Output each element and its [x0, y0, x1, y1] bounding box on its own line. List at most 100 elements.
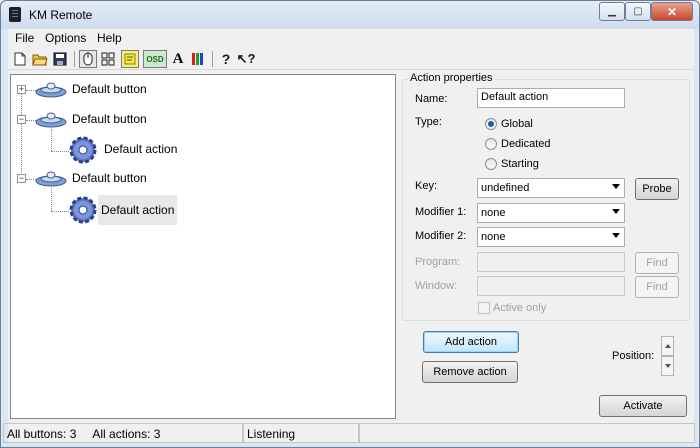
new-file-icon: [14, 52, 26, 66]
tree-connector: [51, 188, 52, 211]
menu-file[interactable]: File: [15, 31, 34, 45]
remove-action-button[interactable]: Remove action: [422, 361, 518, 383]
main-window: KM Remote ▁ ▢ ✕ File Options Help OSD A …: [0, 0, 700, 448]
status-bar: All buttons: 3 All actions: 3 Listening: [3, 423, 695, 443]
tree-node-button[interactable]: Default button: [69, 111, 150, 127]
active-only-checkbox[interactable]: [478, 302, 490, 314]
keyboard-mode-button[interactable]: [99, 50, 117, 68]
chevron-down-icon: [612, 184, 620, 189]
window-title: KM Remote: [29, 8, 93, 22]
window-label: Window:: [415, 280, 458, 292]
close-icon: ✕: [666, 4, 678, 19]
context-help-button[interactable]: ↖?: [236, 50, 256, 68]
probe-button[interactable]: Probe: [635, 178, 679, 200]
type-global-label: Global: [501, 118, 533, 130]
toolbar-separator: [212, 51, 213, 67]
modifier2-select-value: none: [481, 231, 506, 243]
type-label: Type:: [415, 116, 442, 128]
tree-connector: [51, 211, 69, 212]
position-down-button[interactable]: [661, 356, 674, 376]
open-button[interactable]: [31, 50, 49, 68]
tree-expander[interactable]: −: [17, 115, 26, 124]
tree-expander[interactable]: −: [17, 174, 26, 183]
modifier2-label: Modifier 2:: [415, 230, 467, 242]
client-area: File Options Help OSD A ? ↖? + Default b…: [3, 29, 695, 443]
app-remote-icon: [9, 7, 21, 22]
modifier1-select-value: none: [481, 207, 506, 219]
color-bars-icon: [192, 53, 203, 65]
program-field[interactable]: [477, 252, 625, 272]
gear-icon: [69, 196, 97, 224]
name-label: Name:: [415, 93, 448, 105]
arrow-down-icon: [665, 364, 671, 368]
position-label: Position:: [612, 350, 655, 362]
color-button[interactable]: [189, 50, 207, 68]
menu-help[interactable]: Help: [97, 31, 122, 45]
title-bar: KM Remote ▁ ▢ ✕: [1, 1, 699, 29]
minimize-icon: ▁: [608, 6, 616, 17]
action-properties-title: Action properties: [408, 72, 495, 84]
maximize-button[interactable]: ▢: [625, 2, 651, 21]
note-button[interactable]: [121, 50, 139, 68]
minimize-button[interactable]: ▁: [599, 2, 625, 21]
context-help-icon: ↖?: [236, 51, 256, 66]
activate-button[interactable]: Activate: [599, 395, 687, 417]
tree-connector: [51, 129, 52, 151]
new-button[interactable]: [11, 50, 29, 68]
active-only-label: Active only: [493, 302, 547, 314]
arrow-up-icon: [665, 344, 671, 348]
key-label: Key:: [415, 180, 438, 192]
program-label: Program:: [415, 256, 461, 268]
tree-node-button[interactable]: Default button: [69, 81, 150, 97]
status-state-panel: Listening: [243, 423, 359, 443]
close-button[interactable]: ✕: [651, 2, 693, 21]
program-find-button[interactable]: Find: [635, 252, 679, 274]
name-field[interactable]: Default action: [477, 88, 625, 108]
mouse-mode-button[interactable]: [79, 50, 97, 68]
status-counts-panel: All buttons: 3 All actions: 3: [3, 423, 243, 443]
modifier2-select[interactable]: none: [477, 227, 625, 247]
key-select[interactable]: undefined: [477, 178, 625, 198]
tree-expander[interactable]: +: [17, 85, 26, 94]
maximize-icon: ▢: [633, 6, 643, 17]
gear-icon: [69, 136, 97, 164]
type-dedicated-radio[interactable]: [485, 138, 497, 150]
context-help-mark: ?: [247, 51, 256, 66]
type-starting-label: Starting: [501, 158, 539, 170]
menu-options[interactable]: Options: [45, 31, 86, 45]
position-up-button[interactable]: [661, 336, 674, 356]
type-dedicated-label: Dedicated: [501, 138, 551, 150]
font-icon: A: [172, 50, 184, 67]
help-icon: ?: [221, 51, 231, 67]
button-tree[interactable]: + Default button − Default button Defaul…: [10, 74, 396, 419]
toolbar-separator: [74, 51, 75, 67]
chevron-down-icon: [612, 209, 620, 214]
tree-connector: [21, 89, 22, 179]
remote-button-icon: [35, 112, 67, 128]
tree-connector: [51, 151, 69, 152]
key-select-value: undefined: [481, 182, 530, 194]
type-global-radio[interactable]: [485, 118, 497, 130]
open-folder-icon: [32, 54, 48, 66]
modifier1-select[interactable]: none: [477, 203, 625, 223]
font-button[interactable]: A: [169, 50, 187, 68]
save-icon: [53, 52, 67, 66]
status-all-buttons: All buttons: 3: [7, 427, 77, 441]
modifier1-label: Modifier 1:: [415, 206, 467, 218]
status-state: Listening: [247, 427, 296, 441]
tree-node-button[interactable]: Default button: [69, 170, 150, 186]
remote-button-icon: [35, 171, 67, 187]
window-field[interactable]: [477, 276, 625, 296]
tree-node-action-selected[interactable]: Default action: [98, 195, 178, 225]
window-find-button[interactable]: Find: [635, 276, 679, 298]
chevron-down-icon: [612, 233, 620, 238]
save-button[interactable]: [51, 50, 69, 68]
tree-node-action[interactable]: Default action: [101, 141, 180, 157]
add-action-button[interactable]: Add action: [423, 331, 519, 353]
type-starting-radio[interactable]: [485, 158, 497, 170]
help-button[interactable]: ?: [217, 50, 235, 68]
osd-icon: OSD: [146, 54, 164, 64]
osd-button[interactable]: OSD: [143, 50, 167, 68]
status-empty-panel: [359, 423, 695, 443]
status-all-actions: All actions: 3: [92, 427, 161, 441]
